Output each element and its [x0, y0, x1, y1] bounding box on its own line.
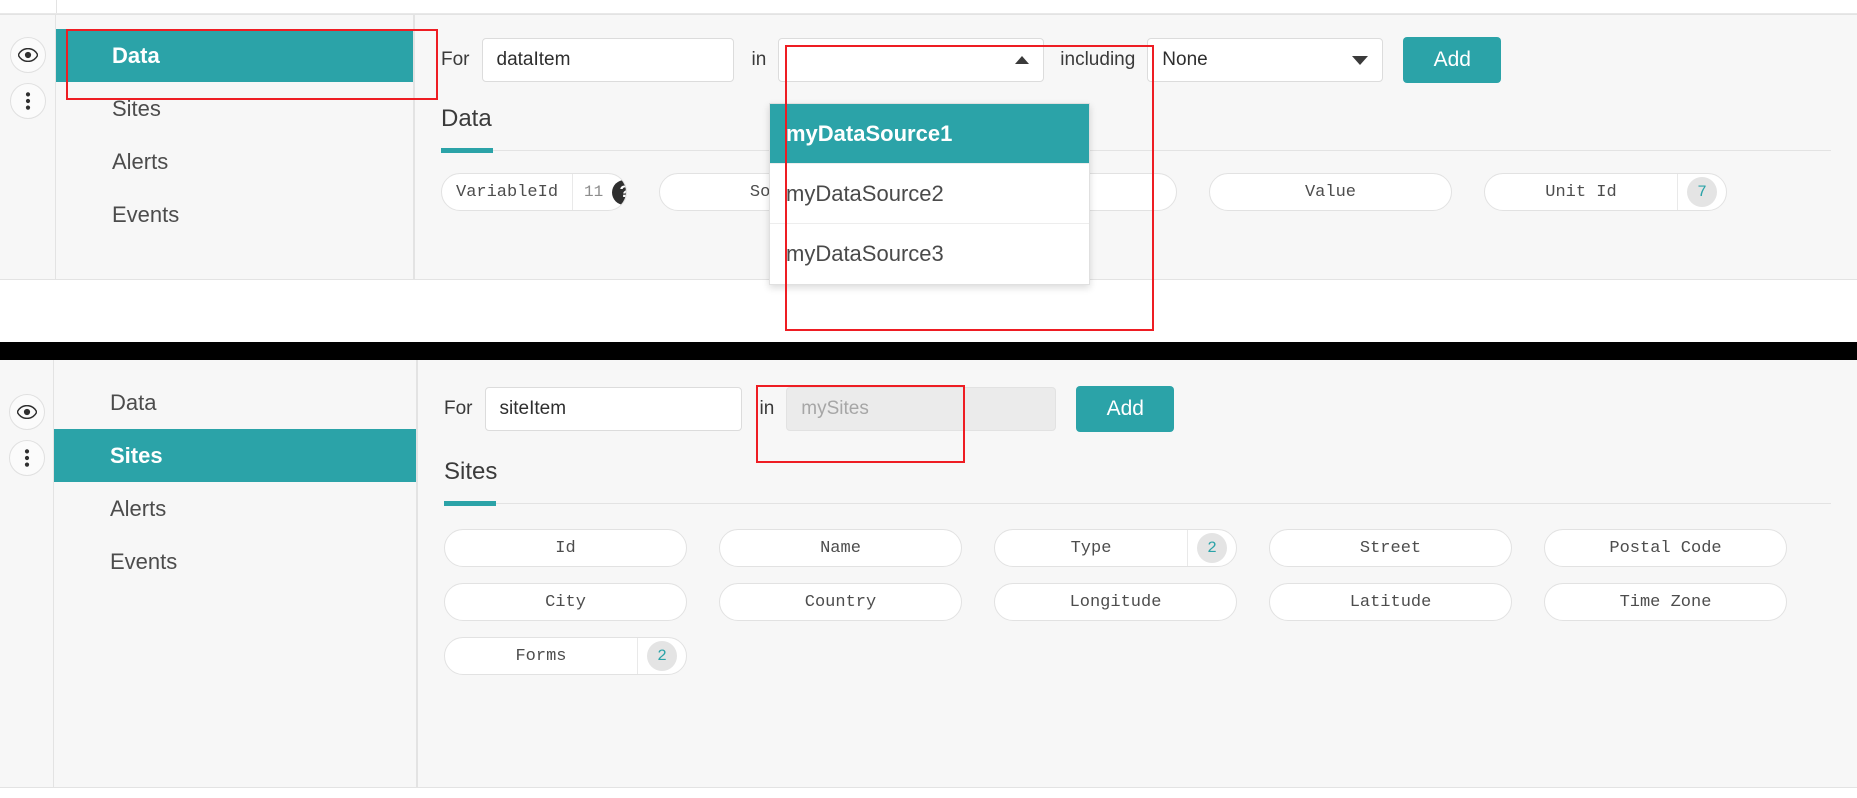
- chip-street[interactable]: Street: [1269, 529, 1512, 567]
- sites-chip-list: Id Name Type 2 Street Po: [418, 529, 1857, 691]
- chip-extra: 7: [1677, 174, 1726, 210]
- chip-label: Type: [995, 539, 1187, 558]
- chip-label: Postal Code: [1545, 539, 1786, 558]
- chip-label: Time Zone: [1545, 593, 1786, 612]
- sites-section-rule: [444, 503, 1831, 504]
- chip-label: City: [445, 593, 686, 612]
- in-dropdown-list[interactable]: myDataSource1 myDataSource2 myDataSource…: [769, 103, 1090, 285]
- chip-latitude[interactable]: Latitude: [1269, 583, 1512, 621]
- chip-longitude[interactable]: Longitude: [994, 583, 1237, 621]
- kebab-menu-icon[interactable]: [10, 83, 46, 119]
- sidebar-item-data[interactable]: Data: [54, 376, 416, 429]
- sites-toolbar: For siteItem in mySites Add: [418, 386, 1857, 432]
- visibility-icon[interactable]: [10, 37, 46, 73]
- sites-panel-content: For siteItem in mySites Add Sites Id Nam…: [417, 360, 1857, 787]
- chip-value[interactable]: Value: [1209, 173, 1452, 211]
- chip-label: Street: [1270, 539, 1511, 558]
- in-label: in: [752, 49, 767, 71]
- chip-name[interactable]: Name: [719, 529, 962, 567]
- dropdown-option-mydatasource1[interactable]: myDataSource1: [770, 104, 1089, 164]
- in-dropdown-trigger[interactable]: [778, 38, 1044, 82]
- chip-count-badge: 7: [1687, 177, 1717, 207]
- including-value: None: [1162, 49, 1207, 71]
- chip-variableid[interactable]: VariableId 11 ?: [441, 173, 627, 211]
- data-chip-list: VariableId 11 ? Source Date Value: [415, 173, 1857, 227]
- sidebar-item-sites[interactable]: Sites: [56, 82, 413, 135]
- kebab-menu-icon[interactable]: [9, 440, 45, 476]
- sidebar-item-events[interactable]: Events: [54, 535, 416, 588]
- sidebar-item-events[interactable]: Events: [56, 188, 413, 241]
- sidebar-item-data[interactable]: Data: [56, 29, 413, 82]
- data-section-title: Data: [415, 105, 1857, 133]
- chevron-down-icon: [1352, 56, 1368, 65]
- chip-time-zone[interactable]: Time Zone: [1544, 583, 1787, 621]
- chip-forms[interactable]: Forms 2: [444, 637, 687, 675]
- chip-label: Country: [720, 593, 961, 612]
- sites-panel-nav: Data Sites Alerts Events: [54, 360, 417, 787]
- including-label: including: [1060, 49, 1135, 71]
- chip-label: Longitude: [995, 593, 1236, 612]
- data-toolbar: For dataItem in including None Add: [415, 37, 1857, 83]
- chip-city[interactable]: City: [444, 583, 687, 621]
- sidebar-item-alerts[interactable]: Alerts: [56, 135, 413, 188]
- chip-unit-id[interactable]: Unit Id 7: [1484, 173, 1727, 211]
- chip-label: Name: [720, 539, 961, 558]
- for-input[interactable]: dataItem: [482, 38, 734, 82]
- dropdown-option-mydatasource2[interactable]: myDataSource2: [770, 164, 1089, 224]
- chip-extra: 2: [637, 638, 686, 674]
- chip-extra: 2: [1187, 530, 1236, 566]
- chip-count-badge: 2: [647, 641, 677, 671]
- chip-label: Id: [445, 539, 686, 558]
- chip-type[interactable]: Type 2: [994, 529, 1237, 567]
- chip-label: Latitude: [1270, 593, 1511, 612]
- for-label: For: [441, 49, 470, 71]
- chip-extra: 11 ?: [572, 174, 627, 210]
- chevron-up-icon: [1015, 56, 1029, 64]
- visibility-icon[interactable]: [9, 394, 45, 430]
- dropdown-option-mydatasource3[interactable]: myDataSource3: [770, 224, 1089, 284]
- including-dropdown[interactable]: None: [1147, 38, 1383, 82]
- data-section-rule: [441, 150, 1831, 151]
- sites-panel: Data Sites Alerts Events For siteItem in…: [0, 360, 1857, 788]
- data-panel-gutter: [0, 15, 56, 279]
- top-strip: [0, 0, 1857, 14]
- chip-count-badge: 2: [1197, 533, 1227, 563]
- chip-label: Forms: [445, 647, 637, 666]
- chip-id[interactable]: Id: [444, 529, 687, 567]
- chip-label: VariableId: [442, 183, 572, 202]
- sites-section-title: Sites: [418, 458, 1857, 486]
- data-panel: Data Sites Alerts Events For dataItem in…: [0, 14, 1857, 280]
- chip-country[interactable]: Country: [719, 583, 962, 621]
- panel-divider: [0, 342, 1857, 360]
- sidebar-item-sites[interactable]: Sites: [54, 429, 416, 482]
- chip-postal-code[interactable]: Postal Code: [1544, 529, 1787, 567]
- data-panel-nav: Data Sites Alerts Events: [56, 15, 414, 279]
- chip-label: Unit Id: [1485, 183, 1677, 202]
- chip-label: Value: [1210, 183, 1451, 202]
- sites-panel-gutter: [0, 360, 54, 787]
- chip-count-badge: 11: [582, 177, 605, 207]
- for-input[interactable]: siteItem: [485, 387, 742, 431]
- sidebar-item-alerts[interactable]: Alerts: [54, 482, 416, 535]
- for-label: For: [444, 398, 473, 420]
- in-input[interactable]: mySites: [786, 387, 1056, 431]
- add-button[interactable]: Add: [1403, 37, 1501, 83]
- data-panel-content: For dataItem in including None Add Data: [414, 15, 1857, 279]
- in-label: in: [760, 398, 775, 420]
- help-icon[interactable]: ?: [612, 180, 627, 205]
- app-root: Data Sites Alerts Events For dataItem in…: [0, 0, 1857, 798]
- add-button[interactable]: Add: [1076, 386, 1174, 432]
